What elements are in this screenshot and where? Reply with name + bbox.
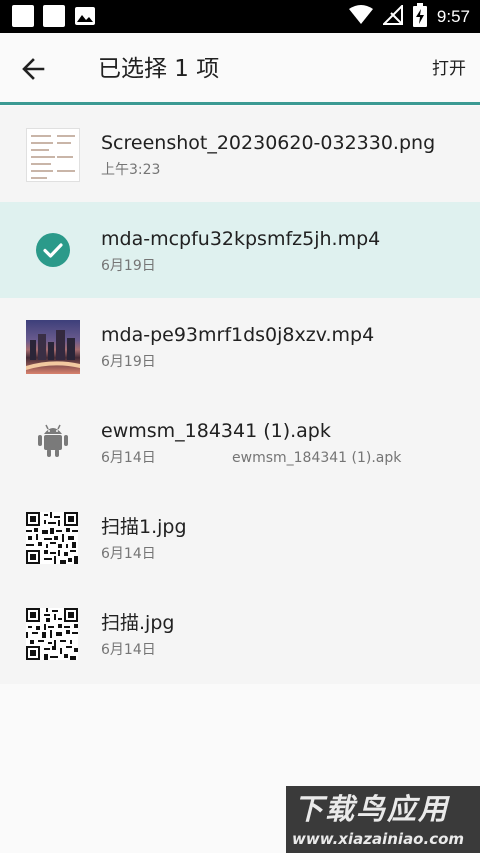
file-name: 扫描.jpg: [101, 612, 175, 634]
file-date: 6月14日: [101, 546, 156, 562]
file-row-selected[interactable]: mda-mcpfu32kpsmfz5jh.mp4 6月19日: [0, 202, 480, 298]
file-name: Screenshot_20230620-032330.png: [101, 132, 436, 154]
watermark-url: www.xiazainiao.com: [292, 830, 465, 848]
square-icon: [43, 5, 65, 27]
screenshot-thumbnail: [26, 128, 80, 182]
app-bar-divider: [0, 102, 480, 105]
no-signal-icon: [381, 3, 403, 29]
file-date: 6月19日: [101, 258, 156, 274]
notification-icons: [12, 5, 96, 27]
file-row[interactable]: 扫描1.jpg 6月14日: [0, 490, 480, 586]
clock: 9:57: [436, 6, 470, 26]
file-date: 6月14日: [101, 450, 156, 466]
file-name: mda-pe93mrf1ds0j8xzv.mp4: [101, 324, 375, 346]
page-title: 已选择 1 项: [98, 56, 220, 82]
open-button[interactable]: 打开: [432, 57, 466, 81]
file-row[interactable]: ewmsm_184341 (1).apk 6月14日 ewmsm_184341 …: [0, 394, 480, 490]
check-circle-icon: [36, 233, 70, 267]
arrow-back-icon: [22, 58, 45, 80]
file-list: Screenshot_20230620-032330.png 上午3:23 md…: [0, 106, 480, 684]
file-date: 上午3:23: [101, 162, 161, 178]
file-name: ewmsm_184341 (1).apk: [101, 420, 331, 442]
watermark-brand: 下载鸟应用: [294, 792, 450, 826]
file-row[interactable]: Screenshot_20230620-032330.png 上午3:23: [0, 106, 480, 202]
file-row[interactable]: mda-pe93mrf1ds0j8xzv.mp4 6月19日: [0, 298, 480, 394]
android-icon: [38, 424, 68, 458]
video-thumbnail: [26, 320, 80, 374]
qr-code-thumbnail: [26, 512, 78, 564]
app-bar: 已选择 1 项 打开: [0, 33, 480, 104]
status-bar: 9:57: [0, 0, 480, 33]
battery-charging-icon: [412, 2, 427, 31]
file-name: mda-mcpfu32kpsmfz5jh.mp4: [101, 228, 381, 250]
qr-code-thumbnail: [26, 608, 78, 660]
file-name: 扫描1.jpg: [101, 516, 187, 538]
file-date: 6月14日: [101, 642, 156, 658]
file-summary: ewmsm_184341 (1).apk: [232, 450, 402, 466]
image-icon: [74, 5, 96, 27]
file-date: 6月19日: [101, 354, 156, 370]
square-icon: [12, 5, 34, 27]
wifi-icon: [348, 4, 373, 29]
watermark: 下载鸟应用 www.xiazainiao.com: [286, 786, 480, 853]
file-row[interactable]: 扫描.jpg 6月14日: [0, 586, 480, 682]
back-button[interactable]: [18, 54, 48, 84]
